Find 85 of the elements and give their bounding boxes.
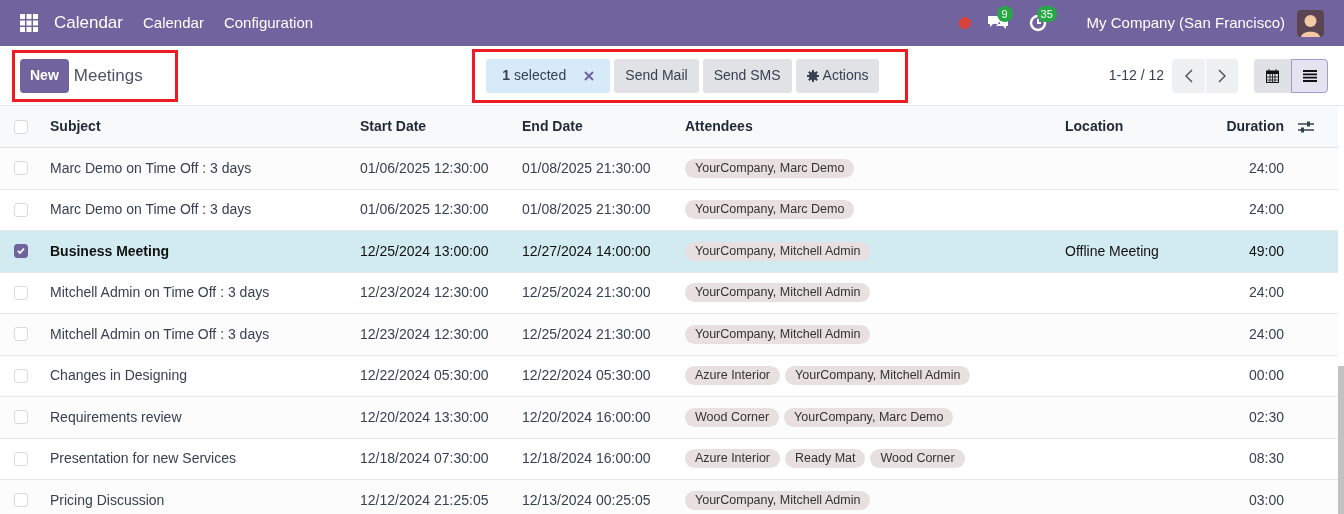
chevron-left-icon	[1184, 68, 1193, 83]
table-cell: 49:00	[1248, 242, 1284, 259]
new-button[interactable]: New	[20, 58, 69, 93]
count-badge: 9	[996, 6, 1013, 22]
breadcrumb: Meetings	[73, 64, 143, 87]
table-row[interactable]: Business Meeting 12/25/2024 13:00:00 12/27/2024 14:00:00 YourCompany, Mitchell Admin Offline Meeting 49:00	[0, 231, 1338, 273]
chevron-right-icon	[1218, 68, 1226, 83]
action-button[interactable]: Actions	[795, 58, 880, 93]
attendee-tag: YourCompany, Mitchell Admin	[785, 366, 971, 386]
column-header[interactable]: Start Date	[360, 118, 427, 134]
app-title[interactable]: Calendar	[54, 10, 123, 36]
gear-icon	[806, 69, 819, 82]
table-cell: 02:30	[1248, 408, 1284, 425]
table-cell: Offline Meeting	[1065, 242, 1159, 259]
attendee-tag: YourCompany, Marc Demo	[685, 200, 855, 220]
table-cell: 12/25/2024 21:30:00	[522, 325, 651, 342]
table-cell: 12/27/2024 14:00:00	[522, 242, 651, 259]
table-cell: Pricing Discussion	[50, 491, 165, 508]
table-cell: 01/08/2025 21:30:00	[522, 201, 651, 218]
column-header[interactable]: Subject	[50, 118, 101, 134]
attendee-tag: Azure Interior	[685, 449, 781, 469]
action-button[interactable]: Send SMS	[702, 58, 792, 93]
table-cell: Changes in Designing	[50, 367, 187, 384]
attendee-tag: YourCompany, Mitchell Admin	[685, 283, 871, 303]
attendee-tag: YourCompany, Mitchell Admin	[685, 324, 871, 344]
table-cell: 24:00	[1248, 159, 1284, 176]
table-cell: Business Meeting	[50, 242, 170, 259]
table-cell: 12/18/2024 16:00:00	[522, 450, 651, 467]
attendee-tag: YourCompany, Mitchell Admin	[685, 490, 871, 510]
table-cell: 12/20/2024 13:30:00	[360, 408, 489, 425]
list-icon	[1302, 69, 1317, 82]
table-cell: 12/22/2024 05:30:00	[522, 367, 651, 384]
attendee-tag: Azure Interior	[685, 366, 781, 386]
company-switcher[interactable]: My Company (San Francisco)	[1086, 11, 1285, 35]
table-cell: Mitchell Admin on Time Off : 3 days	[50, 325, 270, 342]
table-cell: Marc Demo on Time Off : 3 days	[50, 159, 252, 176]
table-cell: 08:30	[1248, 450, 1284, 467]
table-cell: 12/22/2024 05:30:00	[360, 367, 489, 384]
avatar-icon[interactable]	[1297, 9, 1324, 37]
calendar-icon	[1266, 68, 1279, 83]
table-cell: 12/25/2024 21:30:00	[522, 284, 651, 301]
table-cell: 24:00	[1248, 325, 1284, 342]
table-cell: Mitchell Admin on Time Off : 3 days	[50, 284, 270, 301]
column-header[interactable]: End Date	[522, 118, 583, 134]
attendee-tag: Wood Corner	[685, 407, 780, 427]
attendee-tag: YourCompany, Marc Demo	[685, 158, 855, 178]
column-settings-icon[interactable]	[1298, 119, 1314, 134]
menu-item[interactable]: Calendar	[143, 11, 204, 35]
calendar-view-button[interactable]	[1254, 58, 1291, 93]
check-icon	[16, 246, 26, 257]
apps-menu-icon[interactable]	[20, 14, 38, 32]
menu-item[interactable]: Configuration	[223, 11, 314, 35]
action-button[interactable]: Send Mail	[614, 58, 699, 93]
table-cell: 12/12/2024 21:25:05	[360, 491, 489, 508]
table-cell: 01/08/2025 21:30:00	[522, 159, 651, 176]
checkbox[interactable]	[14, 244, 28, 259]
attendee-tag: Wood Corner	[870, 449, 965, 469]
table-cell: 01/06/2025 12:30:00	[360, 201, 489, 218]
table-cell: 12/23/2024 12:30:00	[360, 284, 489, 301]
list-view-button[interactable]	[1291, 58, 1328, 93]
table-cell: 12/20/2024 16:00:00	[522, 408, 651, 425]
close-icon[interactable]	[584, 70, 595, 81]
attendee-tag: Ready Mat	[785, 449, 866, 469]
attendee-tag: YourCompany, Mitchell Admin	[685, 241, 871, 261]
previous-button[interactable]	[1172, 58, 1205, 93]
column-header[interactable]: Attendees	[685, 118, 753, 134]
selection-count: 1 selected	[502, 66, 567, 85]
next-button[interactable]	[1205, 58, 1238, 93]
pager-value: 1-12 / 12	[1108, 66, 1164, 85]
table-cell: 12/23/2024 12:30:00	[360, 325, 489, 342]
table-cell: 24:00	[1248, 201, 1284, 218]
table-cell: Presentation for new Services	[50, 450, 236, 467]
attendee-tag: YourCompany, Marc Demo	[784, 407, 954, 427]
table-cell: 24:00	[1248, 284, 1284, 301]
table-cell: 03:00	[1248, 491, 1284, 508]
column-header[interactable]: Location	[1065, 118, 1124, 134]
column-header[interactable]: Duration	[1226, 118, 1284, 134]
table-cell: 01/06/2025 12:30:00	[360, 159, 489, 176]
table-cell: 12/18/2024 07:30:00	[360, 450, 489, 467]
table-cell: Marc Demo on Time Off : 3 days	[50, 201, 252, 218]
table-cell: 12/25/2024 13:00:00	[360, 242, 489, 259]
table-cell: 00:00	[1248, 367, 1284, 384]
table-cell: Requirements review	[50, 408, 182, 425]
count-badge: 35	[1036, 6, 1057, 22]
table-cell: 12/13/2024 00:25:05	[522, 491, 651, 508]
